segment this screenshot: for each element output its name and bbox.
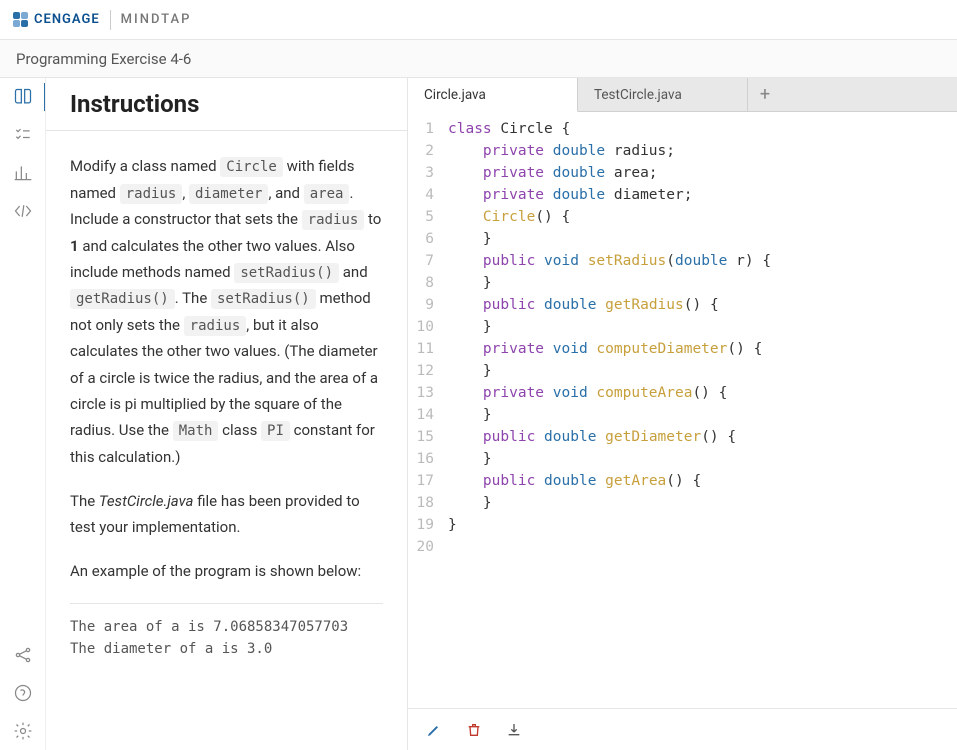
tab-label: Circle.java (424, 87, 486, 103)
pencil-icon (426, 722, 442, 738)
share-icon (13, 645, 33, 665)
top-bar: CENGAGE MINDTAP (0, 0, 957, 40)
checklist-icon (13, 125, 33, 145)
left-sidebar (0, 78, 46, 750)
exercise-title: Programming Exercise 4-6 (16, 50, 191, 68)
instructions-panel: Instructions Modify a class named Circle… (46, 78, 408, 750)
logo-icon (12, 12, 28, 28)
code-editor[interactable]: 1234567891011121314151617181920 class Ci… (408, 112, 957, 708)
instructions-header: Instructions (46, 78, 407, 131)
main-area: Instructions Modify a class named Circle… (0, 78, 957, 750)
sidebar-item-tasks[interactable] (12, 124, 34, 146)
sidebar-item-instructions[interactable] (12, 86, 34, 108)
code-getradius: getRadius() (70, 289, 175, 309)
divider (70, 603, 383, 604)
gear-icon (13, 721, 33, 741)
code-setradius: setRadius() (234, 263, 339, 283)
tab-testcircle-java[interactable]: TestCircle.java (578, 78, 748, 111)
sidebar-top-group (0, 86, 45, 222)
tab-add-button[interactable]: + (748, 78, 782, 111)
instructions-paragraph-2: The TestCircle.java file has been provid… (70, 488, 383, 541)
code-radius: radius (120, 184, 183, 204)
code-diameter: diameter (189, 184, 268, 204)
help-icon (13, 683, 33, 703)
download-icon (506, 722, 522, 738)
tab-circle-java[interactable]: Circle.java (408, 78, 578, 112)
editor-panel: Circle.java TestCircle.java + 1234567891… (408, 78, 957, 750)
instructions-paragraph-1: Modify a class named Circle with fields … (70, 153, 383, 470)
sidebar-item-share[interactable] (12, 644, 34, 666)
brand-text-mindtap: MINDTAP (121, 12, 192, 27)
download-button[interactable] (504, 720, 524, 740)
book-icon (13, 87, 33, 107)
sidebar-bottom-group (0, 644, 45, 742)
sidebar-item-settings[interactable] (12, 720, 34, 742)
code-math: Math (173, 421, 219, 441)
tab-bar: Circle.java TestCircle.java + (408, 78, 957, 112)
sidebar-item-analytics[interactable] (12, 162, 34, 184)
code-circle: Circle (220, 157, 283, 177)
brand-text-cengage: CENGAGE (34, 12, 100, 27)
instructions-body[interactable]: Modify a class named Circle with fields … (46, 131, 407, 750)
exercise-title-bar: Programming Exercise 4-6 (0, 40, 957, 78)
code-pi: PI (261, 421, 290, 441)
instructions-paragraph-3: An example of the program is shown below… (70, 558, 383, 584)
brand-divider (110, 10, 111, 30)
editor-footer (408, 708, 957, 750)
edit-button[interactable] (424, 720, 444, 740)
bar-chart-icon (13, 163, 33, 183)
trash-icon (466, 722, 482, 738)
instructions-title: Instructions (70, 90, 387, 118)
line-number-gutter: 1234567891011121314151617181920 (408, 112, 442, 708)
cengage-logo[interactable]: CENGAGE (12, 12, 100, 28)
sidebar-item-code[interactable] (12, 200, 34, 222)
sample-output: The area of a is 7.06858347057703 The di… (70, 616, 383, 661)
code-area: area (304, 184, 350, 204)
sidebar-item-help[interactable] (12, 682, 34, 704)
code-icon (13, 201, 33, 221)
plus-icon: + (760, 84, 770, 105)
delete-button[interactable] (464, 720, 484, 740)
code-lines[interactable]: class Circle { private double radius; pr… (442, 112, 771, 708)
tab-label: TestCircle.java (594, 87, 682, 103)
